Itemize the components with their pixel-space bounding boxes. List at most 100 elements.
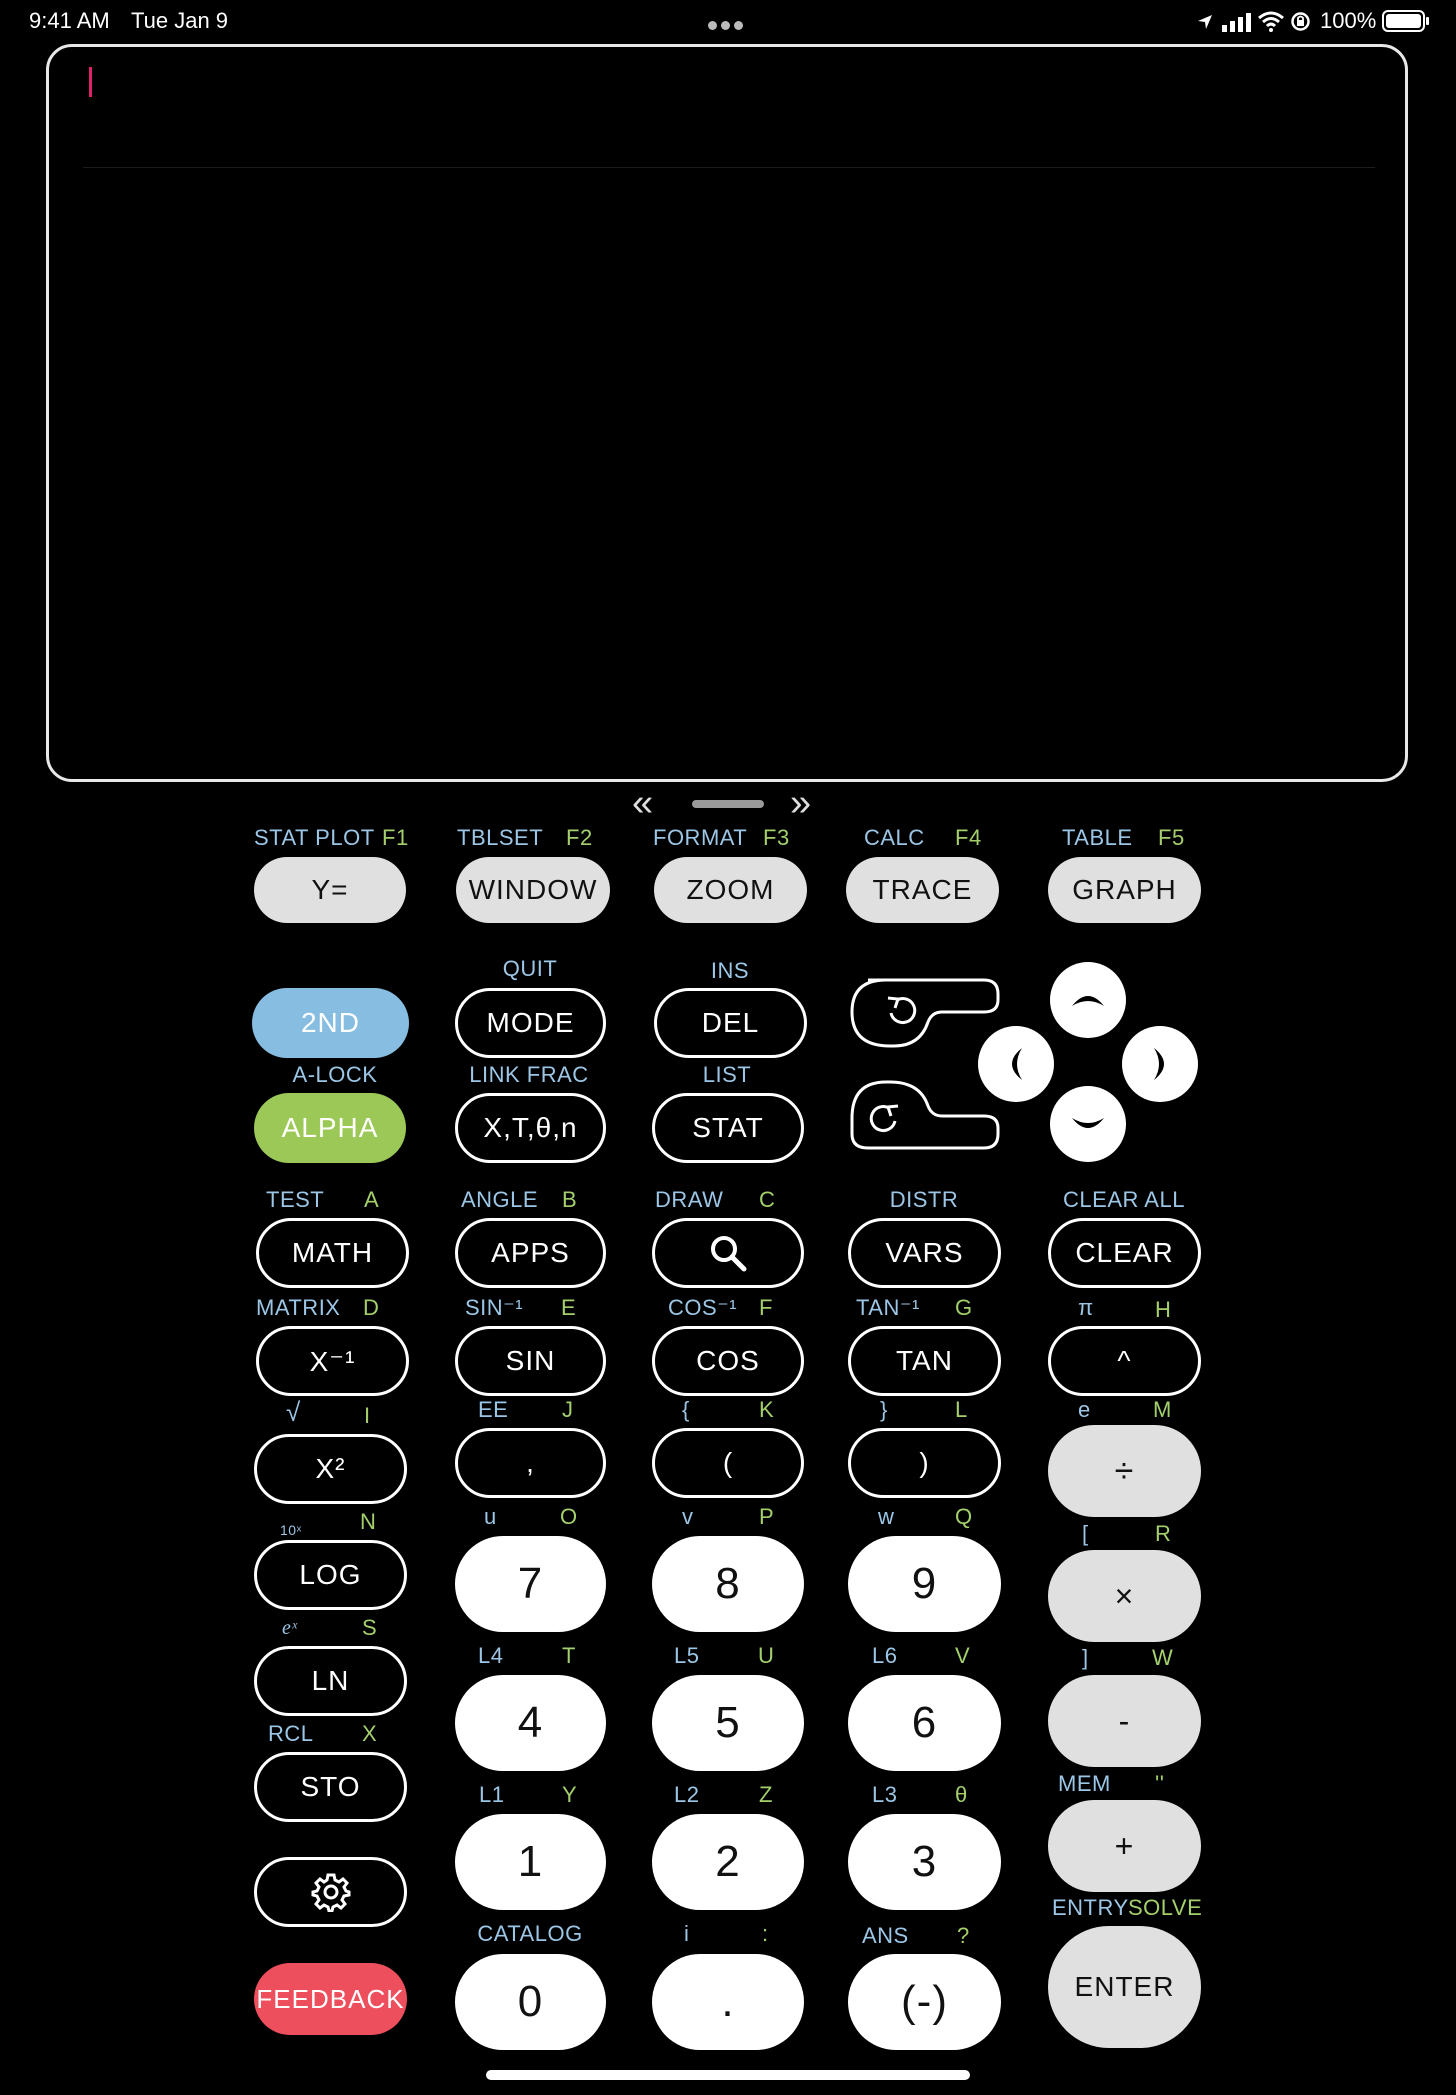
- subtract-button[interactable]: -: [1048, 1675, 1201, 1767]
- six-button[interactable]: 6: [848, 1675, 1001, 1771]
- tan-button[interactable]: TAN: [848, 1326, 1001, 1396]
- label-ten-power: 10ˣ: [280, 1522, 302, 1538]
- trace-button[interactable]: TRACE: [846, 857, 999, 923]
- comma-button[interactable]: ,: [455, 1428, 606, 1498]
- five-button[interactable]: 5: [652, 1675, 804, 1771]
- label-l1: L1: [479, 1782, 505, 1807]
- arrow-right-icon: [1154, 1048, 1164, 1080]
- mode-button[interactable]: MODE: [455, 988, 606, 1058]
- next-page-chevron-icon[interactable]: »: [790, 782, 811, 824]
- label-f: F: [759, 1295, 773, 1320]
- label-tan-inverse: TAN⁻¹: [856, 1295, 920, 1320]
- power-button[interactable]: ^: [1048, 1326, 1201, 1396]
- graph-button[interactable]: GRAPH: [1048, 857, 1201, 923]
- feedback-button[interactable]: FEEDBACK: [254, 1963, 407, 2035]
- label-format: FORMAT: [653, 825, 748, 850]
- add-button[interactable]: +: [1048, 1800, 1201, 1892]
- screen-divider: [83, 167, 1375, 168]
- label-u-lower: u: [484, 1504, 497, 1529]
- wifi-icon: [1258, 11, 1284, 32]
- calculator-screen[interactable]: [46, 44, 1408, 782]
- four-button[interactable]: 4: [455, 1675, 606, 1771]
- label-sqrt: √: [286, 1397, 301, 1427]
- arrow-up-icon: [1072, 996, 1104, 1006]
- del-button[interactable]: DEL: [654, 988, 807, 1058]
- label-calc: CALC: [864, 825, 925, 850]
- three-button[interactable]: 3: [848, 1814, 1001, 1910]
- label-o: O: [560, 1504, 578, 1529]
- label-a: A: [364, 1187, 380, 1212]
- alpha-button[interactable]: ALPHA: [254, 1093, 406, 1163]
- location-icon: [1198, 15, 1212, 29]
- cos-button[interactable]: COS: [652, 1326, 804, 1396]
- stat-button[interactable]: STAT: [652, 1093, 804, 1163]
- decimal-button[interactable]: .: [652, 1954, 804, 2050]
- label-t: T: [562, 1643, 576, 1668]
- label-sin-inverse: SIN⁻¹: [465, 1295, 524, 1320]
- label-left-bracket: [: [1082, 1521, 1089, 1546]
- vars-button[interactable]: VARS: [848, 1218, 1001, 1288]
- label-x: X: [362, 1721, 378, 1746]
- ln-button[interactable]: LN: [254, 1646, 407, 1716]
- label-c: C: [759, 1187, 776, 1212]
- y-equals-button[interactable]: Y=: [254, 857, 406, 923]
- label-catalog: CATALOG: [477, 1921, 583, 1946]
- label-f3: F3: [763, 825, 790, 850]
- eight-button[interactable]: 8: [652, 1536, 804, 1632]
- drag-handle[interactable]: [692, 800, 764, 808]
- enter-button[interactable]: ENTER: [1048, 1926, 1201, 2048]
- log-button[interactable]: LOG: [254, 1540, 407, 1610]
- divide-button[interactable]: ÷: [1048, 1425, 1201, 1517]
- zero-button[interactable]: 0: [455, 1954, 606, 2050]
- xtn-button[interactable]: X,T,θ,n: [455, 1093, 606, 1163]
- label-matrix: MATRIX: [256, 1295, 341, 1320]
- nine-button[interactable]: 9: [848, 1536, 1001, 1632]
- undo-button[interactable]: [848, 966, 1002, 1050]
- label-draw: DRAW: [655, 1187, 724, 1212]
- label-quote: '': [1155, 1771, 1165, 1796]
- dpad-left-button[interactable]: [978, 1026, 1054, 1102]
- settings-button[interactable]: [254, 1857, 407, 1927]
- math-button[interactable]: MATH: [256, 1218, 409, 1288]
- status-bar: 9:41 AM Tue Jan 9 100%: [0, 0, 1456, 44]
- second-button[interactable]: 2ND: [252, 988, 409, 1058]
- label-quit: QUIT: [502, 956, 558, 981]
- label-a-lock: A-LOCK: [292, 1062, 378, 1087]
- label-left-brace: {: [682, 1397, 690, 1422]
- arrow-left-icon: [1012, 1048, 1022, 1080]
- sto-button[interactable]: STO: [254, 1752, 407, 1822]
- dpad-down-button[interactable]: [1050, 1086, 1126, 1162]
- dpad-right-button[interactable]: [1122, 1026, 1198, 1102]
- dpad-up-button[interactable]: [1050, 962, 1126, 1038]
- multitasking-dots-icon[interactable]: [708, 17, 747, 35]
- gear-icon: [311, 1873, 350, 1912]
- label-colon: :: [762, 1921, 769, 1946]
- status-time: 9:41 AM: [29, 8, 110, 33]
- label-f4: F4: [955, 825, 982, 850]
- label-list: LIST: [702, 1062, 752, 1087]
- search-button[interactable]: [652, 1218, 804, 1288]
- two-button[interactable]: 2: [652, 1814, 804, 1910]
- label-f1: F1: [382, 825, 409, 850]
- left-paren-button[interactable]: (: [652, 1428, 804, 1498]
- apps-button[interactable]: APPS: [455, 1218, 606, 1288]
- label-angle: ANGLE: [461, 1187, 539, 1212]
- multiply-button[interactable]: ×: [1048, 1550, 1201, 1642]
- sin-button[interactable]: SIN: [455, 1326, 606, 1396]
- right-paren-button[interactable]: ): [848, 1428, 1001, 1498]
- negate-button[interactable]: (-): [848, 1954, 1001, 2050]
- redo-button[interactable]: [848, 1078, 1002, 1162]
- x-squared-button[interactable]: X²: [254, 1434, 407, 1504]
- label-r: R: [1155, 1521, 1172, 1546]
- x-inverse-button[interactable]: X⁻¹: [256, 1326, 409, 1396]
- home-indicator[interactable]: [486, 2070, 970, 2080]
- label-l6: L6: [872, 1643, 898, 1668]
- seven-button[interactable]: 7: [455, 1536, 606, 1632]
- label-distr: DISTR: [889, 1187, 959, 1212]
- prev-page-chevron-icon[interactable]: «: [632, 782, 653, 824]
- zoom-button[interactable]: ZOOM: [654, 857, 807, 923]
- window-button[interactable]: WINDOW: [456, 857, 610, 923]
- label-h: H: [1155, 1297, 1172, 1322]
- clear-button[interactable]: CLEAR: [1048, 1218, 1201, 1288]
- one-button[interactable]: 1: [455, 1814, 606, 1910]
